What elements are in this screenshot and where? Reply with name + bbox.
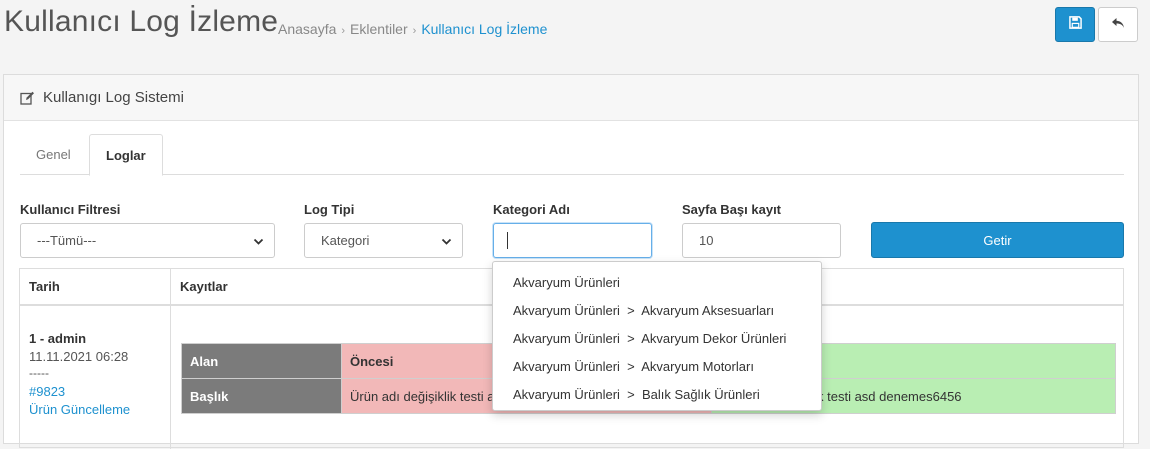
- category-autocomplete-dropdown: Akvaryum Ürünleri Akvaryum Ürünleri > Ak…: [492, 261, 822, 411]
- edit-icon: [20, 91, 35, 105]
- log-action-link[interactable]: Ürün Güncelleme: [29, 402, 130, 417]
- floppy-disk-icon: [1068, 15, 1082, 34]
- log-type-value: Kategori: [321, 233, 370, 248]
- compare-key: Başlık: [181, 378, 342, 414]
- back-button[interactable]: [1098, 7, 1138, 42]
- user-filter-value: ---Tümü---: [37, 233, 97, 248]
- per-page-input[interactable]: 10: [682, 223, 841, 258]
- tab-genel[interactable]: Genel: [20, 134, 87, 175]
- breadcrumb-extensions[interactable]: Eklentiler: [350, 21, 408, 37]
- breadcrumb-home[interactable]: Anasayfa: [278, 21, 336, 37]
- log-id-link[interactable]: #9823: [29, 384, 65, 399]
- breadcrumb-separator: ›: [341, 25, 346, 37]
- panel-heading: Kullanıgı Log Sistemi: [4, 75, 1138, 121]
- autocomplete-item[interactable]: Akvaryum Ürünleri > Balık Sağlık Ürünler…: [493, 380, 821, 408]
- column-header-records: Kayıtlar: [180, 279, 228, 294]
- autocomplete-item[interactable]: Akvaryum Ürünleri > Akvaryum Motorları: [493, 352, 821, 380]
- breadcrumb-separator: ›: [412, 25, 417, 37]
- autocomplete-item[interactable]: Akvaryum Ürünleri > Akvaryum Dekor Ürünl…: [493, 324, 821, 352]
- per-page-value: 10: [699, 233, 714, 248]
- tab-loglar[interactable]: Loglar: [89, 134, 163, 176]
- column-header-date: Tarih: [29, 279, 60, 294]
- reply-icon: [1111, 16, 1125, 34]
- log-date: 11.11.2021 06:28: [29, 349, 129, 364]
- compare-key: Alan: [181, 343, 342, 379]
- panel-title: Kullanıgı Log Sistemi: [43, 89, 184, 106]
- column-divider: [170, 269, 171, 449]
- log-user: 1 - admin: [29, 331, 87, 346]
- breadcrumb: Anasayfa › Eklentiler › Kullanıcı Log İzleme: [278, 21, 547, 37]
- page-header: Kullanıcı Log İzleme Anasayfa › Eklentiler…: [0, 0, 1150, 60]
- save-button[interactable]: [1055, 7, 1095, 42]
- autocomplete-item[interactable]: Akvaryum Ürünleri: [493, 268, 821, 296]
- chevron-down-icon: [253, 235, 264, 250]
- getir-button[interactable]: Getir: [871, 222, 1124, 258]
- log-separator: -----: [29, 366, 49, 380]
- tab-bar: Genel Loglar: [20, 134, 1124, 176]
- per-page-label: Sayfa Başı kayıt: [682, 202, 782, 217]
- breadcrumb-current[interactable]: Kullanıcı Log İzleme: [421, 21, 547, 37]
- autocomplete-item[interactable]: Akvaryum Ürünleri > Akvaryum Aksesuarlar…: [493, 296, 821, 324]
- user-filter-label: Kullanıcı Filtresi: [20, 202, 121, 217]
- text-cursor: [507, 232, 508, 249]
- chevron-down-icon: [441, 235, 452, 250]
- category-name-input[interactable]: [493, 223, 652, 258]
- log-type-label: Log Tipi: [304, 202, 355, 217]
- category-name-label: Kategori Adı: [493, 202, 570, 217]
- page-title: Kullanıcı Log İzleme: [4, 5, 279, 38]
- log-type-select[interactable]: Kategori: [304, 223, 463, 258]
- user-filter-select[interactable]: ---Tümü---: [20, 223, 275, 258]
